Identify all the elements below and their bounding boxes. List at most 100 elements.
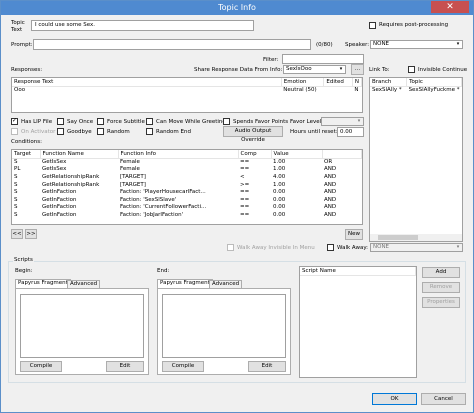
- target-cell: S: [14, 173, 18, 180]
- begin-tab-panel: Compile Edit: [15, 288, 149, 375]
- value-cell: 0.00: [273, 211, 286, 218]
- begin-compile-button[interactable]: Compile: [20, 361, 62, 372]
- speaker-select[interactable]: NONE ▾: [370, 40, 463, 49]
- end-edit-button[interactable]: Edit: [248, 361, 286, 372]
- force-subtitle-checkbox[interactable]: [97, 118, 104, 125]
- chevron-down-icon: ▾: [357, 118, 361, 124]
- next-button[interactable]: >>: [25, 229, 37, 239]
- end-fragment-textarea[interactable]: [162, 294, 286, 358]
- begin-edit-button[interactable]: Edit: [106, 361, 144, 372]
- requires-post-processing-label: Requires post-processing: [379, 22, 449, 28]
- topic-text-input[interactable]: I could use some Sex.: [31, 20, 254, 31]
- add-script-button[interactable]: Add: [422, 267, 460, 278]
- favor-level-select[interactable]: ▾: [321, 117, 364, 126]
- col-topic[interactable]: Topic: [406, 78, 462, 87]
- begin-fragment-textarea[interactable]: [20, 294, 144, 358]
- function-name-cell: GetIsSex: [42, 159, 67, 166]
- end-compile-button[interactable]: Compile: [162, 361, 204, 372]
- walk-away-checkbox[interactable]: [327, 244, 334, 251]
- col-target[interactable]: Target: [12, 150, 41, 159]
- invisible-continue-checkbox[interactable]: [408, 66, 415, 73]
- col-response-text[interactable]: Response Text: [12, 78, 282, 87]
- new-condition-button[interactable]: New: [345, 229, 363, 240]
- spends-favor-points-label: Spends Favor Points: [233, 119, 289, 125]
- script-properties-button[interactable]: Properties: [422, 297, 460, 308]
- col-edited[interactable]: Edited: [323, 78, 353, 87]
- remove-script-button[interactable]: Remove: [422, 282, 460, 293]
- random-end-checkbox[interactable]: [146, 128, 153, 135]
- cancel-button[interactable]: Cancel: [421, 393, 466, 405]
- operator-cell: AND: [324, 196, 337, 203]
- requires-post-processing-checkbox[interactable]: [369, 22, 376, 29]
- walk-away-invisible-checkbox[interactable]: [227, 244, 234, 251]
- function-name-cell: GetInFaction: [42, 211, 77, 218]
- col-emotion[interactable]: Emotion: [281, 78, 325, 87]
- table-row[interactable]: S GetInFaction Faction: 'SexSlSlave' == 0.00…: [12, 196, 362, 204]
- window-title: Topic Info: [218, 3, 256, 12]
- table-row[interactable]: S GetInFaction Faction: 'CurrentFollowerFa…: [12, 204, 362, 212]
- function-info-cell: [TARGET]: [120, 173, 146, 180]
- link-to-list: Branch Topic SexSlAlly * SexSlAllyFuckme…: [369, 77, 463, 242]
- comp-cell: >=: [240, 181, 250, 188]
- col-branch[interactable]: Branch: [370, 78, 408, 87]
- on-activator-checkbox[interactable]: [11, 128, 18, 135]
- chevron-down-icon: ▾: [339, 66, 343, 72]
- scrollbar-thumb[interactable]: [378, 235, 418, 240]
- close-icon[interactable]: ✕: [431, 1, 469, 13]
- col-function-name[interactable]: Function Name: [40, 150, 119, 159]
- col-script-name[interactable]: Script Name: [300, 267, 416, 276]
- share-response-label: Share Response Data From Info:: [194, 67, 283, 73]
- spends-favor-points-checkbox[interactable]: [223, 118, 230, 125]
- col-n[interactable]: N: [352, 78, 362, 87]
- walk-away-label: Walk Away:: [337, 245, 369, 251]
- col-value[interactable]: Value: [271, 150, 323, 159]
- link-to-scrollbar[interactable]: [370, 234, 462, 241]
- function-name-cell: GetRelationshipRank: [42, 173, 100, 180]
- comp-cell: ==: [240, 204, 250, 211]
- value-cell: 1.00: [273, 159, 286, 166]
- audio-output-override-button[interactable]: Audio Output Override: [223, 126, 283, 143]
- operator-cell: AND: [324, 204, 337, 211]
- topic-info-window: Topic Info ✕ Topic Text I could use some…: [0, 0, 474, 413]
- has-lip-file-checkbox[interactable]: [11, 117, 18, 125]
- favor-level-label: Favor Level:: [290, 119, 324, 125]
- walk-away-select[interactable]: NONE ▾: [370, 243, 463, 252]
- function-name-cell: GetInFaction: [42, 204, 77, 211]
- table-row[interactable]: SexSlAlly * SexSlAllyFuckme *: [370, 86, 462, 94]
- n-cell: N: [354, 87, 359, 94]
- table-row[interactable]: S GetInFaction Faction: 'PlayerHousecarlFa…: [12, 188, 362, 196]
- col-comp[interactable]: Comp: [238, 150, 272, 159]
- share-response-select[interactable]: SexIsOoo ▾: [283, 65, 346, 74]
- random-checkbox[interactable]: [97, 128, 104, 135]
- function-info-cell: Faction: 'SexSlSlave': [120, 196, 177, 203]
- walk-away-invisible-label: Walk Away Invisible In Menu: [237, 245, 315, 251]
- prompt-input[interactable]: [33, 39, 311, 50]
- share-browse-button[interactable]: ...: [351, 64, 364, 75]
- conditions-label: Conditions:: [11, 139, 42, 145]
- link-to-label: Link To:: [369, 67, 390, 73]
- end-label: End:: [157, 268, 170, 274]
- table-row[interactable]: Ooo Neutral (50) N: [12, 86, 362, 94]
- prev-button[interactable]: <<: [11, 229, 23, 239]
- table-row[interactable]: S GetRelationshipRank [TARGET] <4.00 AND: [12, 173, 362, 181]
- walk-away-value: NONE: [373, 244, 390, 250]
- ok-button[interactable]: OK: [372, 393, 417, 405]
- script-list: Script Name: [299, 266, 417, 378]
- table-row[interactable]: PL GetIsSex Female == 1.00 AND: [12, 166, 362, 174]
- responses-table: Response Text Emotion Edited N Ooo Neutr…: [12, 78, 362, 94]
- table-row[interactable]: S GetInFaction Faction: 'JobJarlFaction' ==…: [12, 211, 362, 219]
- scripts-group-label: Scripts: [13, 257, 34, 263]
- col-operator[interactable]: [322, 150, 362, 159]
- function-name-cell: GetInFaction: [42, 196, 77, 203]
- script-table: Script Name: [300, 267, 416, 276]
- hours-until-reset-input[interactable]: 0.00: [337, 127, 364, 137]
- say-once-checkbox[interactable]: [57, 118, 64, 125]
- function-name-cell: GetInFaction: [42, 189, 77, 196]
- col-function-info[interactable]: Function Info: [118, 150, 239, 159]
- table-row[interactable]: S GetIsSex Female == 1.00 OR: [12, 158, 362, 166]
- table-row[interactable]: S GetRelationshipRank [TARGET] >= 1.00 AND: [12, 181, 362, 189]
- can-move-while-greeting-checkbox[interactable]: [146, 118, 153, 125]
- goodbye-checkbox[interactable]: [57, 128, 64, 135]
- filter-input[interactable]: [282, 54, 364, 64]
- function-name-cell: GetIsSex: [42, 166, 67, 173]
